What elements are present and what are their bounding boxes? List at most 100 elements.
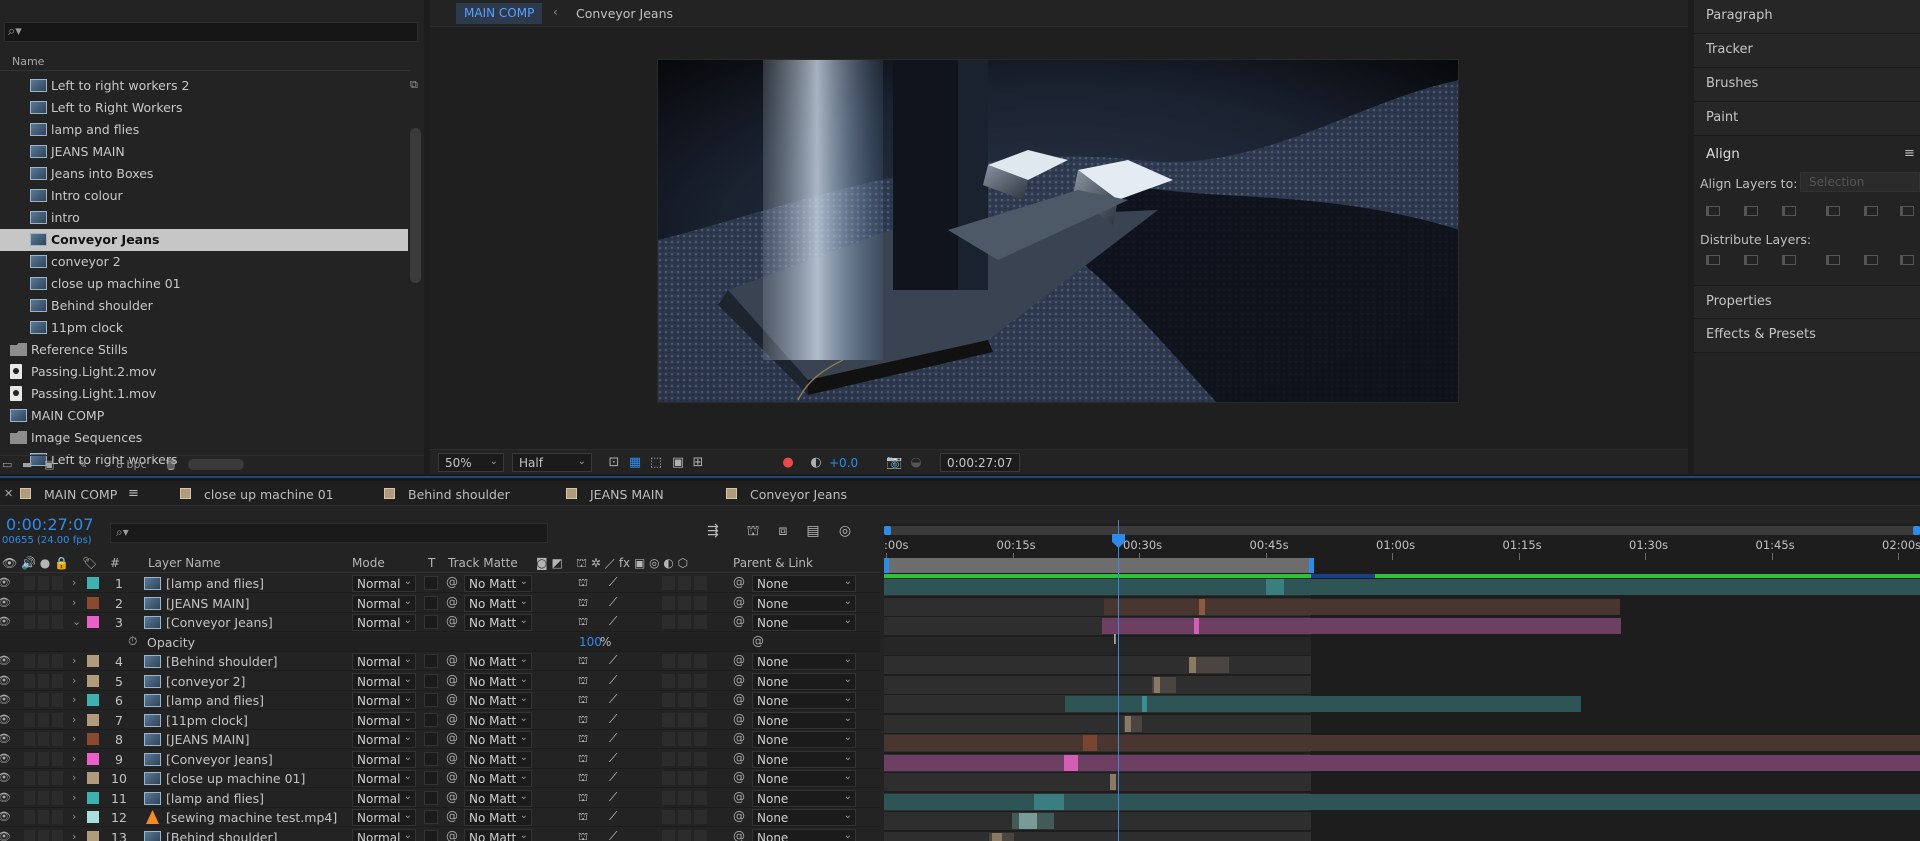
collapse-transform-icon[interactable]: ⛫ bbox=[578, 654, 588, 669]
draft-3d-icon[interactable]: ⛫ bbox=[744, 523, 762, 541]
quality-switch-icon[interactable]: ⟋ bbox=[609, 673, 617, 688]
layer-row[interactable]: 👁 › 6 [lamp and flies] Normal ⌄ @ No Matt ⌄ ⛫ ⟋ @ No… bbox=[0, 691, 880, 710]
layer-track[interactable] bbox=[884, 714, 1920, 734]
preserve-transparency-checkbox[interactable] bbox=[424, 712, 438, 727]
project-column-header[interactable]: Name bbox=[0, 53, 410, 71]
preserve-transparency-checkbox[interactable] bbox=[424, 576, 438, 590]
switch-box[interactable] bbox=[694, 810, 707, 824]
switch-box[interactable] bbox=[694, 732, 707, 746]
pick-whip-icon[interactable]: @ bbox=[446, 770, 458, 784]
switch-cell[interactable] bbox=[24, 576, 35, 590]
collapse-transform-icon[interactable]: ⛫ bbox=[578, 596, 588, 611]
switch-box[interactable] bbox=[678, 810, 691, 824]
panel-paragraph[interactable]: Paragraph bbox=[1694, 0, 1920, 34]
chevron-right-icon[interactable]: ⌄ bbox=[72, 615, 81, 628]
label-color-swatch[interactable] bbox=[87, 616, 99, 628]
chevron-right-icon[interactable]: › bbox=[72, 713, 76, 726]
preserve-transparency-checkbox[interactable] bbox=[424, 732, 438, 746]
label-color-swatch[interactable] bbox=[87, 772, 99, 784]
switch-cell[interactable] bbox=[24, 810, 35, 824]
blend-mode-dropdown[interactable]: Normal ⌄ bbox=[352, 653, 416, 670]
preserve-transparency-checkbox[interactable] bbox=[424, 751, 438, 766]
layer-track[interactable] bbox=[884, 597, 1920, 617]
switch-cell[interactable] bbox=[24, 693, 35, 707]
label-color-swatch[interactable] bbox=[87, 752, 99, 765]
pick-whip-icon[interactable]: @ bbox=[446, 829, 458, 841]
label-color-swatch[interactable] bbox=[87, 733, 99, 745]
opacity-value[interactable]: 100 bbox=[579, 635, 602, 649]
project-item[interactable]: Left to right workers 2 bbox=[0, 75, 408, 97]
reset-exposure-icon[interactable]: ◐ bbox=[808, 455, 824, 470]
project-item[interactable]: Passing.Light.2.mov bbox=[0, 361, 408, 383]
switch-box[interactable] bbox=[678, 654, 691, 668]
layer-duration-bar[interactable] bbox=[884, 754, 1920, 771]
preserve-transparency-checkbox[interactable] bbox=[424, 693, 438, 707]
switch-box[interactable] bbox=[662, 732, 675, 746]
switch-box[interactable] bbox=[694, 673, 707, 688]
track-matte-dropdown[interactable]: No Matt ⌄ bbox=[464, 692, 532, 709]
align-top-icon[interactable] bbox=[1824, 203, 1840, 217]
pick-whip-icon[interactable]: @ bbox=[446, 751, 458, 765]
blend-mode-dropdown[interactable]: Normal ⌄ bbox=[352, 614, 416, 631]
switch-cell[interactable] bbox=[24, 654, 35, 668]
label-color-swatch[interactable] bbox=[87, 674, 99, 687]
pick-whip-icon[interactable]: @ bbox=[446, 614, 458, 628]
track-matte-dropdown[interactable]: No Matt ⌄ bbox=[464, 731, 532, 748]
mask-visibility-icon[interactable]: ⬚ bbox=[648, 455, 664, 470]
switch-cell[interactable] bbox=[52, 615, 63, 629]
switch-cell[interactable] bbox=[52, 790, 63, 805]
eye-icon[interactable]: 👁 bbox=[0, 732, 11, 745]
distribute-horizontal-center-icon[interactable] bbox=[1862, 252, 1878, 266]
distribute-vertical-center-icon[interactable] bbox=[1742, 252, 1758, 266]
project-item[interactable]: intro bbox=[0, 207, 408, 229]
layer-name[interactable]: [Conveyor Jeans] bbox=[166, 615, 273, 630]
switch-cell[interactable] bbox=[52, 732, 63, 746]
switch-box[interactable] bbox=[694, 654, 707, 668]
preserve-transparency-checkbox[interactable] bbox=[424, 790, 438, 805]
switch-box[interactable] bbox=[678, 693, 691, 707]
timeline-tab-behind-shoulder[interactable]: Behind shoulder bbox=[384, 487, 510, 502]
trash-icon[interactable]: 🗑 bbox=[164, 458, 178, 471]
blend-mode-dropdown[interactable]: Normal ⌄ bbox=[352, 672, 416, 690]
switch-cell[interactable] bbox=[38, 790, 49, 805]
layer-name[interactable]: [conveyor 2] bbox=[166, 674, 245, 689]
switch-box[interactable] bbox=[662, 576, 675, 590]
preserve-transparency-checkbox[interactable] bbox=[424, 654, 438, 668]
parent-dropdown[interactable]: None ⌄ bbox=[752, 750, 856, 768]
panel-properties[interactable]: Properties bbox=[1694, 285, 1920, 319]
chevron-right-icon[interactable]: › bbox=[72, 771, 76, 784]
layer-row[interactable]: 👁 › 4 [Behind shoulder] Normal ⌄ @ No Matt ⌄ ⛫ ⟋ @ N… bbox=[0, 652, 880, 671]
switch-cell[interactable] bbox=[52, 693, 63, 707]
parent-pick-whip-icon[interactable]: @ bbox=[733, 692, 745, 706]
layer-duration-bar[interactable] bbox=[884, 579, 1920, 595]
preserve-transparency-checkbox[interactable] bbox=[424, 595, 438, 610]
hamburger-menu-icon[interactable]: ≡ bbox=[1904, 146, 1915, 161]
switch-box[interactable] bbox=[678, 615, 691, 629]
switch-box[interactable] bbox=[694, 790, 707, 805]
project-item[interactable]: MAIN COMP bbox=[0, 405, 408, 427]
collapse-transform-icon[interactable]: ⛫ bbox=[578, 615, 588, 630]
blend-mode-dropdown[interactable]: Normal ⌄ bbox=[352, 750, 416, 768]
track-matte-dropdown[interactable]: No Matt ⌄ bbox=[464, 653, 532, 670]
exposure-value[interactable]: +0.0 bbox=[829, 456, 858, 470]
track-matte-dropdown[interactable]: No Matt ⌄ bbox=[464, 711, 532, 729]
switch-box[interactable] bbox=[662, 810, 675, 824]
column-layer-name[interactable]: Layer Name bbox=[148, 556, 221, 570]
track-matte-dropdown[interactable]: No Matt ⌄ bbox=[464, 575, 532, 592]
layer-track[interactable] bbox=[884, 753, 1920, 773]
blend-mode-dropdown[interactable]: Normal ⌄ bbox=[352, 770, 416, 787]
composition-frame[interactable] bbox=[657, 59, 1459, 403]
playhead-line[interactable] bbox=[1118, 520, 1119, 841]
switch-cell[interactable] bbox=[24, 829, 35, 841]
switch-cell[interactable] bbox=[38, 810, 49, 824]
expression-pick-whip-icon[interactable]: @ bbox=[752, 634, 764, 648]
project-item[interactable]: Passing.Light.1.mov bbox=[0, 383, 408, 405]
layer-name[interactable]: [JEANS MAIN] bbox=[166, 732, 250, 747]
project-item[interactable]: Behind shoulder bbox=[0, 295, 408, 317]
quality-switch-icon[interactable]: ⟋ bbox=[609, 770, 617, 785]
switch-box[interactable] bbox=[678, 595, 691, 610]
chevron-right-icon[interactable]: › bbox=[72, 791, 76, 804]
layer-track[interactable] bbox=[884, 617, 1920, 636]
panel-brushes[interactable]: Brushes bbox=[1694, 68, 1920, 102]
parent-dropdown[interactable]: None ⌄ bbox=[752, 614, 856, 631]
